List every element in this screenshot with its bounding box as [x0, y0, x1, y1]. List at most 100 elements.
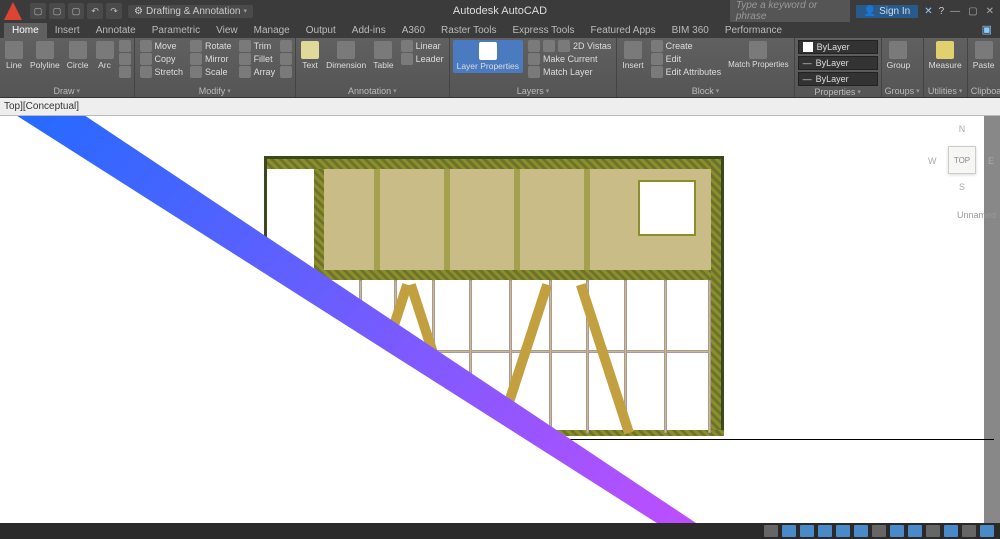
- freeze-icon: [543, 40, 555, 52]
- app-logo-icon[interactable]: [4, 2, 22, 20]
- open-icon[interactable]: ▢: [49, 3, 65, 19]
- linear-button[interactable]: Linear: [399, 40, 446, 52]
- erase-icon[interactable]: [280, 40, 292, 52]
- trim-button[interactable]: Trim: [237, 40, 278, 52]
- chevron-down-icon[interactable]: ▾: [546, 87, 550, 95]
- tab-manage[interactable]: Manage: [246, 23, 298, 38]
- rectangle-icon[interactable]: [119, 40, 131, 52]
- signin-button[interactable]: 👤 Sign In: [856, 5, 918, 18]
- mirror-button[interactable]: Mirror: [188, 53, 234, 65]
- tab-featured[interactable]: Featured Apps: [583, 23, 664, 38]
- maximize-icon[interactable]: ▢: [968, 6, 977, 17]
- chevron-down-icon[interactable]: ▾: [716, 87, 720, 95]
- workspace-selector[interactable]: ⚙ Drafting & Annotation ▾: [128, 5, 253, 18]
- copy-button[interactable]: Copy: [138, 53, 186, 65]
- ucs-label[interactable]: Unnamed: [957, 210, 996, 220]
- save-icon[interactable]: ▢: [68, 3, 84, 19]
- ribbon-collapse-icon[interactable]: ▣: [974, 21, 1000, 38]
- paste-icon: [975, 41, 993, 59]
- group-button[interactable]: Group: [885, 40, 913, 71]
- text-icon: [301, 41, 319, 59]
- redo-icon[interactable]: ↷: [106, 3, 122, 19]
- circle-button[interactable]: Circle: [65, 40, 91, 71]
- text-button[interactable]: Text: [299, 40, 321, 71]
- tab-addins[interactable]: Add-ins: [344, 23, 394, 38]
- viewcube-east[interactable]: E: [988, 156, 994, 166]
- model-button[interactable]: [764, 525, 778, 537]
- create-block-button[interactable]: Create: [649, 40, 724, 52]
- viewcube[interactable]: N W TOP E S Unnamed: [934, 124, 990, 204]
- measure-button[interactable]: Measure: [927, 40, 964, 71]
- tab-output[interactable]: Output: [298, 23, 344, 38]
- hatch-icon[interactable]: [119, 53, 131, 65]
- viewcube-west[interactable]: W: [928, 156, 937, 166]
- tab-insert[interactable]: Insert: [47, 23, 88, 38]
- linetype-selector[interactable]: —ByLayer: [798, 72, 878, 86]
- lineweight-selector[interactable]: —ByLayer: [798, 56, 878, 70]
- grid-toggle-icon[interactable]: [782, 525, 796, 537]
- fillet-button[interactable]: Fillet: [237, 53, 278, 65]
- viewcube-face[interactable]: TOP: [948, 146, 976, 174]
- ortho-toggle-icon[interactable]: [818, 525, 832, 537]
- new-icon[interactable]: ▢: [30, 3, 46, 19]
- make-current-button[interactable]: Make Current: [526, 53, 613, 65]
- explode-icon[interactable]: [280, 53, 292, 65]
- snap-toggle-icon[interactable]: [800, 525, 814, 537]
- tab-annotate[interactable]: Annotate: [88, 23, 144, 38]
- viewcube-north[interactable]: N: [959, 124, 966, 134]
- match-layer-button[interactable]: Match Layer: [526, 66, 613, 78]
- search-input[interactable]: Type a keyword or phrase: [730, 0, 850, 23]
- edit-attr-button[interactable]: Edit Attributes: [649, 66, 724, 78]
- line-button[interactable]: Line: [3, 40, 25, 71]
- chevron-down-icon[interactable]: ▾: [393, 87, 397, 95]
- tab-a360[interactable]: A360: [394, 23, 433, 38]
- tab-home[interactable]: Home: [4, 23, 47, 38]
- undo-icon[interactable]: ↶: [87, 3, 103, 19]
- polar-toggle-icon[interactable]: [836, 525, 850, 537]
- ellipse-icon[interactable]: [119, 66, 131, 78]
- clean-screen-icon[interactable]: [962, 525, 976, 537]
- move-button[interactable]: Move: [138, 40, 186, 52]
- dimension-button[interactable]: Dimension: [324, 40, 368, 71]
- minimize-icon[interactable]: —: [950, 6, 960, 17]
- match-prop-button[interactable]: Match Properties: [726, 40, 790, 70]
- customize-icon[interactable]: [980, 525, 994, 537]
- help-icon[interactable]: ?: [939, 6, 945, 17]
- offset-icon[interactable]: [280, 66, 292, 78]
- polyline-button[interactable]: Polyline: [28, 40, 62, 71]
- array-button[interactable]: Array: [237, 66, 278, 78]
- fillet-icon: [239, 53, 251, 65]
- hardware-accel-icon[interactable]: [926, 525, 940, 537]
- layer-properties-button[interactable]: Layer Properties: [453, 40, 523, 73]
- insert-button[interactable]: Insert: [620, 40, 645, 71]
- table-button[interactable]: Table: [371, 40, 395, 71]
- lineweight-toggle-icon[interactable]: [872, 525, 886, 537]
- tab-performance[interactable]: Performance: [717, 23, 790, 38]
- exchange-icon[interactable]: ✕: [924, 6, 932, 17]
- edit-block-button[interactable]: Edit: [649, 53, 724, 65]
- tab-parametric[interactable]: Parametric: [144, 23, 208, 38]
- chevron-down-icon[interactable]: ▾: [227, 87, 231, 95]
- annotation-scale-icon[interactable]: [890, 525, 904, 537]
- workspace-icon[interactable]: [908, 525, 922, 537]
- drawing-canvas[interactable]: N W TOP E S Unnamed: [0, 116, 1000, 523]
- paste-button[interactable]: Paste: [971, 40, 997, 71]
- tab-bim360[interactable]: BIM 360: [664, 23, 717, 38]
- color-selector[interactable]: ByLayer: [798, 40, 878, 54]
- rotate-button[interactable]: Rotate: [188, 40, 234, 52]
- tab-view[interactable]: View: [208, 23, 246, 38]
- leader-button[interactable]: Leader: [399, 53, 446, 65]
- chevron-down-icon[interactable]: ▾: [77, 87, 81, 95]
- isolate-icon[interactable]: [944, 525, 958, 537]
- viewcube-south[interactable]: S: [959, 182, 965, 192]
- close-icon[interactable]: ✕: [986, 6, 994, 17]
- tab-raster[interactable]: Raster Tools: [433, 23, 504, 38]
- stretch-button[interactable]: Stretch: [138, 66, 186, 78]
- layer-state-row[interactable]: 2D Vistas: [526, 40, 613, 52]
- chevron-down-icon[interactable]: ▾: [857, 88, 861, 96]
- scale-button[interactable]: Scale: [188, 66, 234, 78]
- osnap-toggle-icon[interactable]: [854, 525, 868, 537]
- tab-express[interactable]: Express Tools: [504, 23, 582, 38]
- arc-button[interactable]: Arc: [94, 40, 116, 71]
- viewport-label[interactable]: Top][Conceptual]: [4, 101, 79, 112]
